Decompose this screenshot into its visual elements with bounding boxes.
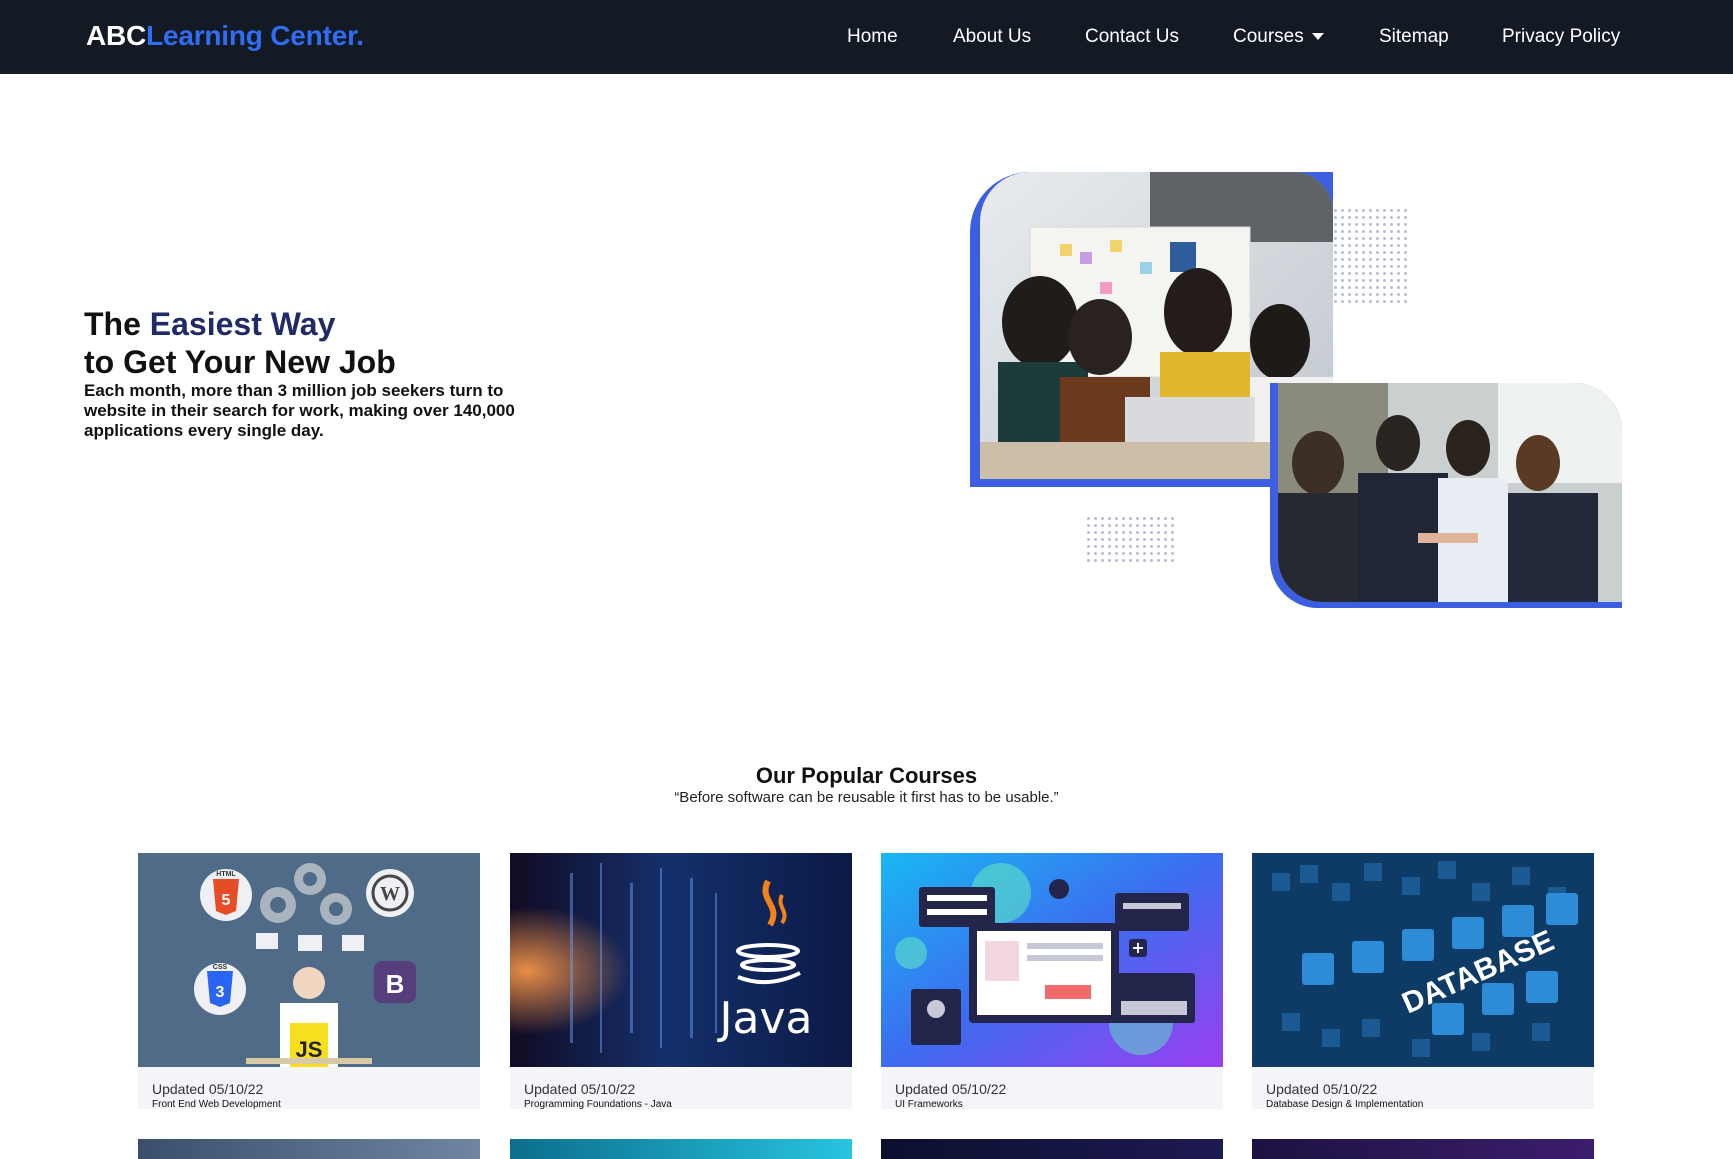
- hero-title-line2: to Get Your New Job: [84, 344, 396, 380]
- site-logo[interactable]: ABCLearning Center.: [86, 20, 364, 52]
- bootstrap-icon: B: [374, 961, 416, 1003]
- hero-photo-business: [1270, 383, 1622, 608]
- course-card-row2-3[interactable]: [881, 1139, 1223, 1159]
- html5-icon: 5 HTML: [200, 869, 252, 921]
- course-title[interactable]: UI Frameworks: [895, 1099, 963, 1110]
- hero-description: Each month, more than 3 million job seek…: [84, 381, 515, 440]
- logo-learning-center: Learning Center.: [146, 20, 364, 51]
- nav-courses-dropdown[interactable]: Courses: [1233, 26, 1324, 48]
- svg-text:5: 5: [222, 892, 231, 909]
- dot-pattern-bottom: [1085, 515, 1177, 562]
- svg-text:3: 3: [216, 984, 225, 1001]
- course-card-row2-4[interactable]: [1252, 1139, 1594, 1159]
- svg-text:Java: Java: [717, 993, 813, 1044]
- hero-title: The Easiest Way to Get Your New Job: [84, 305, 396, 381]
- course-thumbnail-ui-frameworks: +: [881, 853, 1223, 1067]
- course-updated-date: Updated 05/10/22: [1266, 1081, 1378, 1097]
- svg-text:B: B: [386, 969, 405, 999]
- nav-privacy-policy[interactable]: Privacy Policy: [1502, 26, 1620, 48]
- course-thumbnail-java: Java: [510, 853, 852, 1067]
- svg-text:+: +: [1131, 938, 1144, 957]
- logo-abc: ABC: [86, 20, 147, 51]
- hero-title-accent: Easiest Way: [149, 306, 336, 342]
- top-navbar: ABCLearning Center. Home About Us Contac…: [0, 0, 1733, 74]
- nav-courses-label: Courses: [1233, 26, 1304, 47]
- svg-text:HTML: HTML: [216, 871, 236, 878]
- course-card-database[interactable]: DATABASE Updated 05/10/22 Database Desig…: [1252, 853, 1594, 1110]
- svg-text:W: W: [380, 883, 400, 905]
- course-thumbnail-database: DATABASE: [1252, 853, 1594, 1067]
- nav-home[interactable]: Home: [847, 26, 898, 48]
- course-title[interactable]: Front End Web Development: [152, 1099, 281, 1110]
- nav-about-us[interactable]: About Us: [953, 26, 1031, 48]
- nav-sitemap[interactable]: Sitemap: [1379, 26, 1449, 48]
- nav-contact-us[interactable]: Contact Us: [1085, 26, 1179, 48]
- course-thumbnail-front-end: 5 HTML W 3 CSS B JS: [138, 853, 480, 1067]
- course-updated-date: Updated 05/10/22: [524, 1081, 636, 1097]
- courses-section-title: Our Popular Courses: [755, 763, 978, 788]
- course-title[interactable]: Programming Foundations - Java: [524, 1099, 672, 1110]
- course-card-ui-frameworks[interactable]: + Updated 05/10/22 UI Frameworks: [881, 853, 1223, 1110]
- css3-icon: 3 CSS: [194, 963, 246, 1015]
- svg-text:CSS: CSS: [213, 964, 228, 971]
- courses-section-quote: “Before software can be reusable it firs…: [674, 789, 1059, 806]
- hero-title-prefix: The: [84, 306, 150, 342]
- course-updated-date: Updated 05/10/22: [152, 1081, 264, 1097]
- wordpress-icon: W: [366, 869, 414, 917]
- course-updated-date: Updated 05/10/22: [895, 1081, 1007, 1097]
- course-card-java[interactable]: Java Updated 05/10/22 Programming Founda…: [510, 853, 852, 1110]
- course-card-row2-1[interactable]: [138, 1139, 480, 1159]
- caret-down-icon: [1311, 33, 1324, 41]
- course-title[interactable]: Database Design & Implementation: [1266, 1099, 1423, 1110]
- course-card-front-end[interactable]: 5 HTML W 3 CSS B JS Updated 05/10/22 Fro…: [138, 853, 480, 1110]
- course-card-row2-2[interactable]: [510, 1139, 852, 1159]
